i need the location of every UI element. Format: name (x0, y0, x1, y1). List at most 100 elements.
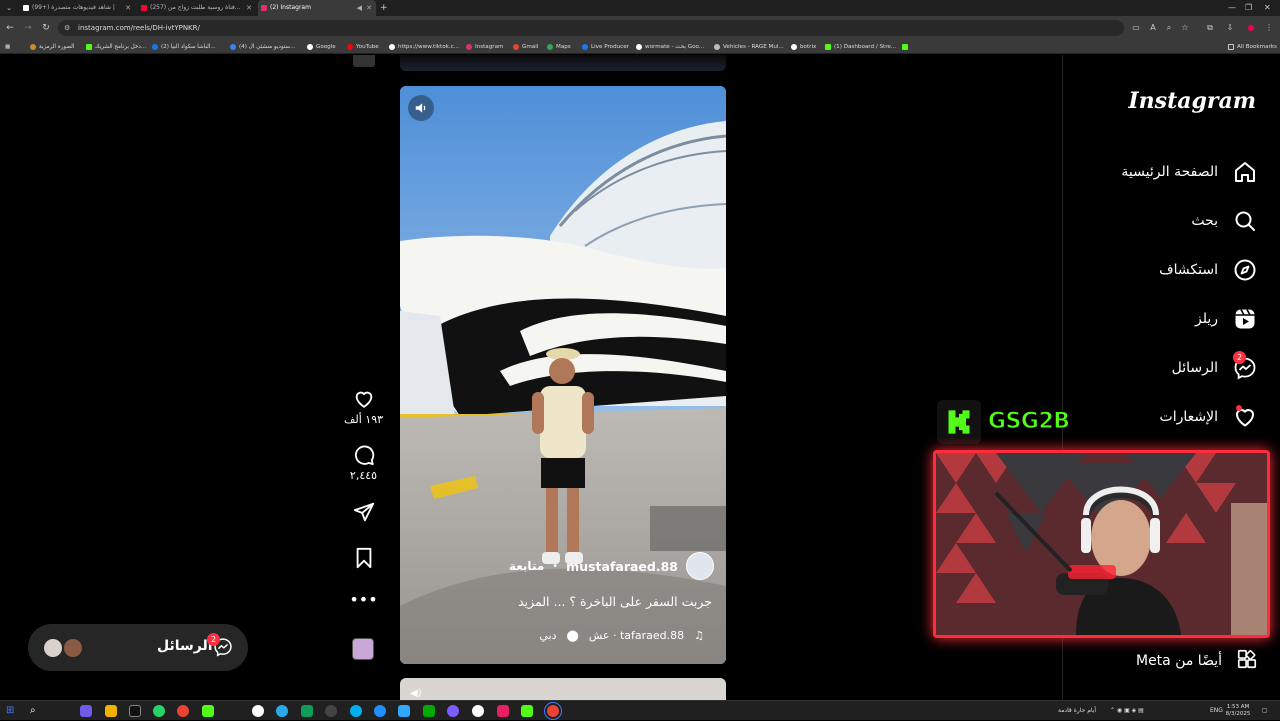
previous-reel-audio-thumb[interactable] (353, 55, 375, 67)
obs-icon[interactable] (129, 705, 141, 717)
bookmark-item[interactable]: YouTube (347, 40, 379, 54)
bookmark-item[interactable]: دخل برنامج الشريك... (86, 40, 146, 54)
app-icon[interactable] (423, 705, 435, 717)
windows-start-icon[interactable]: ⊞ (6, 705, 18, 717)
nav-reels[interactable]: ريلز (1195, 304, 1258, 334)
follow-button[interactable]: متابعة (509, 559, 544, 573)
bookmark-item[interactable]: (2) الباشا سكواد البيا... (152, 40, 216, 54)
tab-search-icon[interactable]: ⌄ (4, 3, 14, 13)
kick-icon[interactable] (521, 705, 533, 717)
apps-icon[interactable]: ▦ (5, 40, 10, 54)
bookmark-item[interactable]: Vehicles - RAGE Mul... (714, 40, 784, 54)
reel-video[interactable]: mustafaraed.88 • متابعة جربت السفر على ا… (400, 86, 726, 664)
whatsapp-icon[interactable] (153, 705, 165, 717)
send-icon[interactable] (353, 501, 375, 523)
nav-notifications[interactable]: الإشعارات (1160, 402, 1258, 432)
tab-1[interactable]: (99+) شاهد فيديوهات متصدرة | ✕ (20, 0, 135, 16)
comment-icon[interactable] (353, 444, 375, 466)
app-icon[interactable] (80, 705, 92, 717)
close-icon[interactable]: ✕ (125, 0, 131, 16)
tray-icons[interactable]: ⌃ ◉ ▣ ◈ ▤ (1110, 701, 1144, 721)
skype-icon[interactable] (350, 705, 362, 717)
more-options-icon[interactable]: ••• (349, 592, 377, 608)
previous-reel[interactable] (400, 55, 726, 71)
menu-icon[interactable]: ⋮ (1264, 22, 1274, 34)
steam-icon[interactable] (325, 705, 337, 717)
translate-icon[interactable]: A (1148, 22, 1158, 34)
heart-icon[interactable] (353, 388, 375, 410)
bookmark-item[interactable]: (1) Dashboard / Stre... (825, 40, 896, 54)
nav-home[interactable]: الصفحة الرئيسية (1121, 157, 1258, 187)
weather-widget[interactable]: أيام حارة قادمة (1058, 701, 1096, 721)
profile-avatar[interactable]: ● (1246, 22, 1256, 34)
clock[interactable]: 1:53 AM 8/3/2025 (1223, 704, 1253, 718)
app-icon[interactable] (447, 705, 459, 717)
window-close-button[interactable]: ✕ (1264, 0, 1271, 16)
cast-icon[interactable]: ▭ (1131, 22, 1141, 34)
bookmark-item[interactable]: Maps (547, 40, 571, 54)
author-username[interactable]: mustafaraed.88 (566, 559, 678, 574)
language-indicator[interactable]: ENG (1210, 701, 1223, 721)
nav-search[interactable]: بحث (1191, 206, 1258, 236)
save-action[interactable] (341, 547, 386, 569)
folder-icon[interactable] (105, 705, 117, 717)
maximize-button[interactable]: ❐ (1245, 0, 1252, 16)
speaker-icon[interactable]: ◀ (357, 0, 362, 16)
notifications-icon[interactable]: ▢ (1262, 701, 1268, 721)
also-from-meta[interactable]: أيضًا من Meta (1136, 648, 1258, 674)
close-icon[interactable]: ✕ (366, 0, 372, 16)
extensions-icon[interactable]: ⧉ (1205, 22, 1215, 34)
app-icon[interactable] (374, 705, 386, 717)
nav-messages[interactable]: الرسائل 2 (1172, 351, 1258, 383)
clock-date: 8/3/2025 (1225, 711, 1251, 717)
bookmark-item[interactable]: Instagram (466, 40, 503, 54)
bookmark-item[interactable]: Google (307, 40, 336, 54)
messages-pill[interactable]: الرسائل 2 (28, 624, 248, 671)
bookmark-item[interactable]: Live Producer (582, 40, 629, 54)
back-button[interactable]: ← (4, 21, 16, 35)
reel-location[interactable]: دبي (539, 629, 556, 642)
author-avatar[interactable] (686, 552, 714, 580)
nav-explore[interactable]: استكشاف (1159, 255, 1258, 285)
app-icon[interactable] (301, 705, 313, 717)
reload-button[interactable]: ↻ (40, 21, 52, 35)
instagram-logo[interactable]: Instagram (1128, 88, 1256, 114)
chrome-active-icon[interactable] (544, 702, 562, 720)
site-info-icon[interactable]: ⚙ (64, 20, 70, 36)
downloads-icon[interactable]: ⇩ (1225, 22, 1235, 34)
close-icon[interactable]: ✕ (246, 0, 252, 16)
address-bar[interactable]: ⚙ instagram.com/reels/DH-ivtYPNKR/ (58, 20, 1124, 36)
bookmark-item[interactable]: wormate - بحث Goo... (636, 40, 704, 54)
comment-action[interactable]: ٢,٤٤٥ (341, 444, 386, 482)
minimize-button[interactable]: — (1228, 0, 1236, 16)
kick-icon[interactable] (202, 705, 214, 717)
app-icon[interactable] (497, 705, 509, 717)
reel-audio-thumbnail[interactable] (352, 638, 374, 660)
next-reel[interactable]: ◀) (400, 678, 726, 700)
bookmark-icon[interactable] (354, 547, 374, 569)
bookmark-item[interactable]: botrix (791, 40, 816, 54)
reel-caption[interactable]: جربت السفر على الباخرة ؟ ... المزيد (518, 594, 712, 609)
bookmark-item[interactable]: الصورة الرمزية (30, 40, 74, 54)
bookmark-item[interactable]: Gmail (513, 40, 538, 54)
tab-instagram[interactable]: (2) Instagram ◀ ✕ (258, 0, 376, 16)
app-icon[interactable] (472, 705, 484, 717)
more-options-action[interactable]: ••• (341, 592, 386, 608)
search-icon[interactable]: ⌕ (30, 705, 42, 717)
reel-audio[interactable]: tafaraed.88 · عش (589, 629, 684, 642)
bookmark-item[interactable]: https://www.tiktok.c... (389, 40, 459, 54)
zoom-icon[interactable]: ⌕ (1164, 22, 1174, 34)
photoshop-icon[interactable] (398, 705, 410, 717)
tab-2[interactable]: (257) فتاة روسية طلبت زواج من... ✕ (138, 0, 256, 16)
all-bookmarks[interactable]: All Bookmarks (1228, 40, 1277, 54)
forward-button[interactable]: → (22, 21, 34, 35)
bookmark-star-icon[interactable]: ☆ (1180, 22, 1190, 34)
bookmark-item[interactable]: (4) ستوديو منشئي ال... (230, 40, 295, 54)
share-action[interactable] (341, 501, 386, 523)
chrome-icon[interactable] (177, 705, 189, 717)
mute-button[interactable] (408, 95, 434, 121)
new-tab-button[interactable]: + (380, 0, 388, 16)
telegram-icon[interactable] (276, 705, 288, 717)
like-action[interactable]: ١٩٣ ألف (341, 388, 386, 426)
app-icon[interactable] (252, 705, 264, 717)
